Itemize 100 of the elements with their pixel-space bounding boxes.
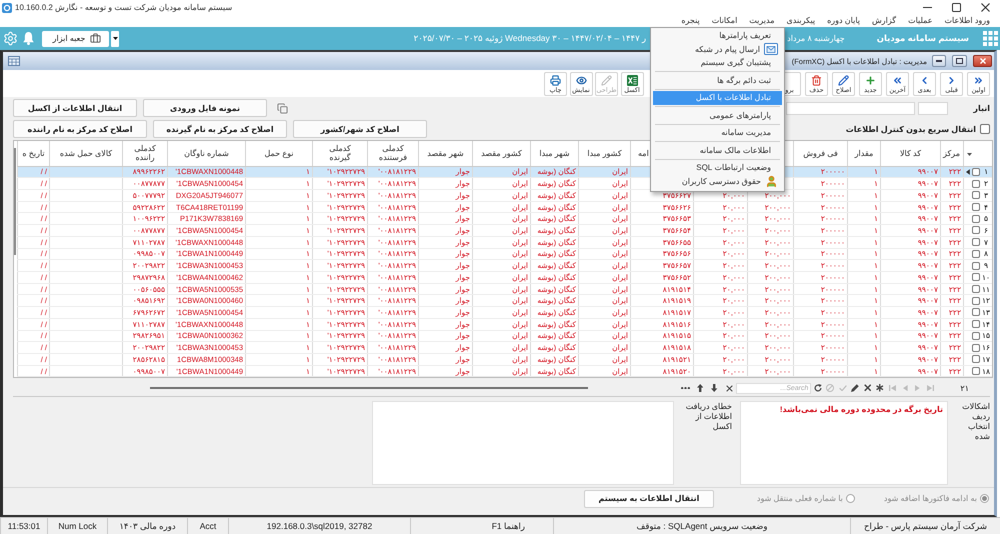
text-field[interactable] bbox=[918, 102, 948, 114]
status-text: وضعیت سرویس SQLAgent : متوقف bbox=[636, 520, 768, 532]
memo-field[interactable] bbox=[372, 401, 674, 485]
menu-item[interactable]: ورود اطلاعات bbox=[938, 15, 996, 27]
field-label: خطای دریافت اطلاعات از اکسل bbox=[684, 402, 732, 432]
status-text: 11:53:01 bbox=[8, 521, 40, 531]
scroll-thumb[interactable] bbox=[150, 387, 588, 389]
row-checkbox[interactable] bbox=[972, 180, 980, 188]
column-header: فی فروش bbox=[803, 148, 838, 158]
maximize-icon[interactable] bbox=[952, 3, 961, 12]
menu-item[interactable]: پشتیبان گیری سیستم bbox=[653, 56, 782, 70]
memo-field[interactable]: تاریخ برگه در محدوده دوره مالی نمی‌باشد! bbox=[740, 401, 948, 485]
checkbox[interactable] bbox=[980, 124, 990, 134]
menu-item[interactable]: ثبت دائم برگه ها bbox=[653, 74, 782, 87]
row-checkbox[interactable] bbox=[972, 203, 980, 212]
column-header: شماره ناوگان bbox=[184, 148, 229, 158]
menu-item[interactable]: گزارش bbox=[866, 15, 902, 27]
briefcase-icon bbox=[90, 33, 102, 44]
menu-item[interactable]: اطلاعات مالک سامانه bbox=[653, 144, 782, 157]
close-icon[interactable] bbox=[981, 3, 990, 12]
menu-item[interactable]: پیکربندی bbox=[780, 15, 822, 27]
row-checkbox[interactable] bbox=[972, 296, 980, 305]
row-checkbox[interactable] bbox=[972, 344, 980, 352]
caret-down-icon bbox=[112, 37, 118, 40]
date-text: ۲۰۲۵/۰۷/۳۰ – ۲۰۲۵ ژوئیه Wednesday ۳۰ – ۱۴۴۷/۰۲/۰۴ – ۱۴۴۷ ر bbox=[414, 33, 646, 44]
column-header: کشور مقصد bbox=[481, 148, 522, 158]
dropdown-button[interactable] bbox=[111, 30, 119, 46]
record-count: ۲۱ bbox=[960, 384, 969, 392]
row-checkbox[interactable] bbox=[972, 332, 980, 340]
double-chevron-right-icon bbox=[972, 74, 985, 86]
menu-item[interactable]: مدیریت bbox=[743, 15, 781, 27]
window-icon bbox=[8, 56, 20, 66]
menu-item[interactable]: ارسال پیام در شبکه bbox=[653, 42, 782, 56]
status-text: شرکت آرمان سیستم پارس - طراح bbox=[864, 520, 987, 532]
toolbox-button[interactable]: جعبه ابزار bbox=[42, 30, 109, 46]
menu-item[interactable]: عملیات bbox=[902, 15, 939, 27]
dots-icon[interactable] bbox=[681, 386, 690, 390]
row-checkbox[interactable] bbox=[972, 367, 980, 376]
submit-button[interactable]: انتقال اطلاعات به سیستم bbox=[584, 490, 714, 508]
action-button[interactable]: اصلاح کد مرکز به نام گیرنده bbox=[153, 120, 287, 138]
date-text: چهارشنبه ۸ مرداد bbox=[787, 34, 845, 43]
row-checkbox[interactable] bbox=[972, 191, 980, 200]
radio-label: با شماره فعلی منتقل شود bbox=[756, 494, 843, 503]
envelope-icon bbox=[764, 43, 778, 56]
menu-item[interactable]: مدیریت سامانه bbox=[653, 126, 782, 140]
row-checkbox[interactable] bbox=[972, 273, 980, 282]
column-header: مرکز bbox=[943, 148, 960, 158]
pencil-icon bbox=[837, 74, 850, 86]
column-header: کشور مبدا bbox=[587, 148, 622, 158]
row-checkbox[interactable] bbox=[972, 226, 980, 234]
menu-item[interactable]: تعریف پارامترها bbox=[653, 29, 782, 42]
settings-icon[interactable] bbox=[3, 31, 18, 46]
column-header: کد کالا bbox=[900, 148, 922, 158]
restore-button[interactable] bbox=[952, 55, 967, 67]
close-button[interactable] bbox=[973, 55, 992, 67]
asterisk-icon[interactable] bbox=[876, 384, 884, 392]
column-header: کدملی راننده bbox=[133, 144, 157, 163]
cross-icon[interactable] bbox=[864, 384, 872, 392]
column-header: کدملی گیرنده bbox=[328, 144, 352, 163]
row-checkbox[interactable] bbox=[972, 168, 980, 176]
grid-icon[interactable] bbox=[983, 31, 998, 46]
arrow-down-icon[interactable] bbox=[711, 384, 718, 392]
bell-icon[interactable] bbox=[23, 32, 34, 45]
row-checkbox[interactable] bbox=[972, 320, 980, 328]
minimize-button[interactable] bbox=[932, 55, 946, 67]
action-button[interactable]: اصلاح کد شهر/کشور bbox=[293, 120, 427, 138]
pencil-icon[interactable] bbox=[851, 384, 860, 392]
window-title: سیستم سامانه مودیان شرکت تست و توسعه - نگارش 10.160.0.2 bbox=[15, 3, 232, 12]
arrow-up-icon[interactable] bbox=[696, 384, 704, 392]
row-checkbox[interactable] bbox=[972, 308, 980, 316]
row-checkbox[interactable] bbox=[972, 262, 980, 270]
action-button[interactable]: اصلاح کد مرکز به نام راننده bbox=[13, 120, 147, 138]
status-text: Acct bbox=[200, 521, 216, 531]
menu-item[interactable]: پارامترهای عمومی bbox=[653, 108, 782, 122]
copy-icon[interactable] bbox=[277, 102, 288, 114]
row-checkbox[interactable] bbox=[972, 238, 980, 246]
column-header: تاریخ ه bbox=[22, 148, 45, 158]
action-button[interactable]: نمونه فایل ورودی bbox=[143, 99, 267, 117]
sort-arrow-icon[interactable] bbox=[967, 152, 972, 156]
eye-icon bbox=[574, 74, 588, 86]
menu-item[interactable]: امکانات bbox=[706, 15, 744, 27]
status-text: 192.168.0.3\sql2019, 32782 bbox=[266, 521, 372, 531]
status-text: راهنما F1 bbox=[492, 520, 525, 532]
close-icon[interactable] bbox=[726, 384, 733, 392]
action-button[interactable]: انتقال اطلاعات از اکسل bbox=[13, 99, 137, 117]
refresh-icon[interactable] bbox=[814, 384, 822, 392]
menu-item[interactable]: پایان دوره bbox=[821, 15, 866, 27]
text-field[interactable] bbox=[786, 102, 915, 114]
scroll-thumb[interactable] bbox=[14, 148, 16, 255]
row-checkbox[interactable] bbox=[972, 214, 980, 223]
column-header: شهر مبدا bbox=[539, 148, 570, 158]
row-checkbox[interactable] bbox=[972, 285, 980, 294]
row-checkbox[interactable] bbox=[972, 250, 980, 258]
minimize-icon bbox=[936, 60, 942, 62]
row-checkbox[interactable] bbox=[972, 355, 980, 364]
trash-icon bbox=[810, 74, 823, 86]
menu-item[interactable]: پنجره bbox=[675, 15, 706, 27]
status-text: Num Lock bbox=[58, 521, 97, 531]
column-header: کدملی فرستنده bbox=[378, 144, 408, 163]
column-header: نوع حمل bbox=[264, 148, 294, 158]
